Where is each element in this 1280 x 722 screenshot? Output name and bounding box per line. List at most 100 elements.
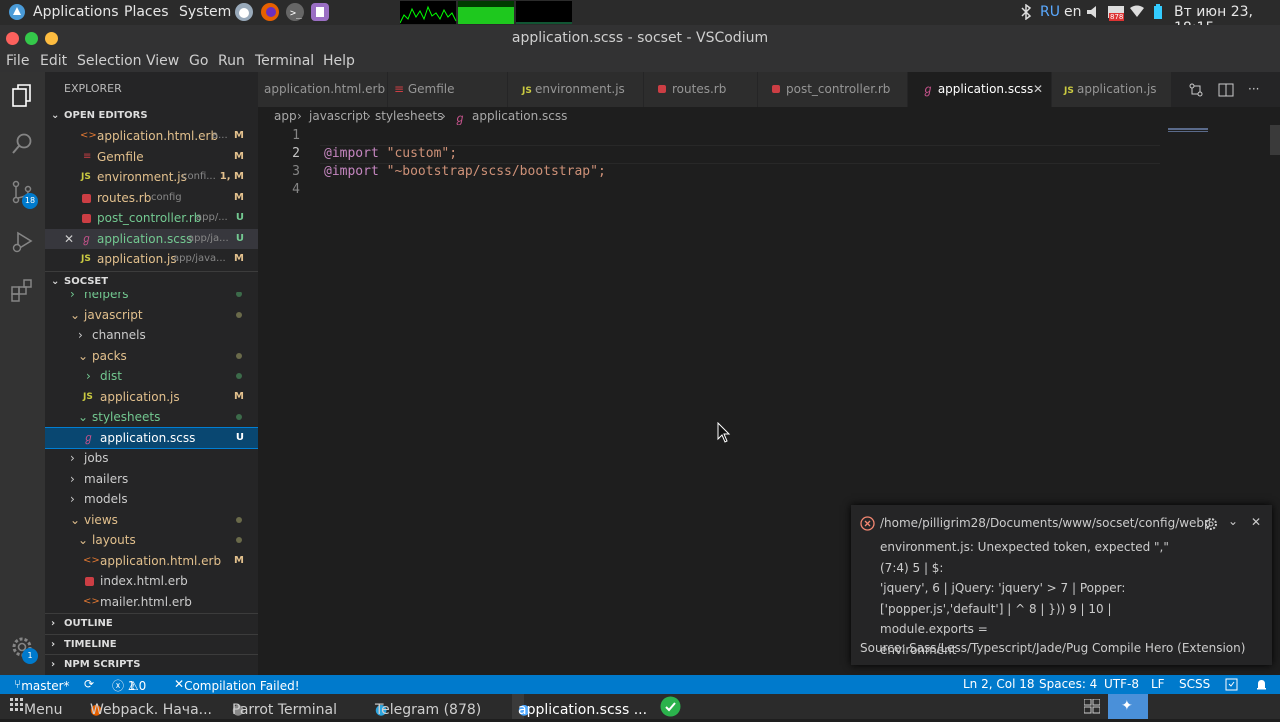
tab-application-html-erb[interactable]: application.html.erb <box>258 72 388 107</box>
firefox-icon[interactable] <box>260 2 280 22</box>
launcher-cloud-icon[interactable] <box>234 2 254 22</box>
tree-folder[interactable]: › dist <box>45 366 258 386</box>
explorer-icon[interactable] <box>10 83 35 108</box>
language-mode[interactable]: SCSS <box>1179 677 1210 691</box>
feedback-icon[interactable] <box>1225 678 1238 691</box>
svg-text:>_: >_ <box>290 8 303 19</box>
taskbar-menu[interactable]: Menu <box>10 698 62 718</box>
notification-settings-gear-icon[interactable] <box>1204 517 1218 531</box>
open-editor-item[interactable]: ≡ Gemfile M <box>45 147 258 167</box>
encoding[interactable]: UTF-8 <box>1104 677 1139 691</box>
project-header[interactable]: ⌄ SOCSET <box>45 271 258 292</box>
breadcrumb-javascript[interactable]: javascript <box>309 109 368 123</box>
tree-folder[interactable]: › models <box>45 489 258 509</box>
sync-icon[interactable]: ⟳ <box>84 677 94 691</box>
problems-indicator[interactable]: ⓧ 1 ⚠ 0 <box>112 677 146 694</box>
tab-environment-js[interactable]: JS environment.js <box>508 72 644 107</box>
applications-menu[interactable]: Applications <box>33 4 119 20</box>
explorer-title: EXPLORER <box>64 82 122 95</box>
indentation[interactable]: Spaces: 4 <box>1039 677 1097 691</box>
tree-file-selected[interactable]: ℊ application.scss U <box>45 427 258 449</box>
close-editor-icon[interactable]: ✕ <box>64 229 74 249</box>
check-status-icon[interactable] <box>660 696 681 717</box>
tree-folder[interactable]: ⌄ views <box>45 510 258 530</box>
close-tab-icon[interactable]: ✕ <box>1033 72 1043 107</box>
tree-folder[interactable]: › channels <box>45 325 258 345</box>
tree-file[interactable]: <> mailer.html.erb <box>45 592 258 612</box>
breadcrumb-application-scss[interactable]: application.scss <box>472 109 567 123</box>
tree-file[interactable]: <> application.html.erb M <box>45 551 258 571</box>
layout-indicator[interactable]: RU <box>1040 4 1060 20</box>
extensions-icon[interactable] <box>10 278 35 303</box>
workspace-icon: ✦ <box>1121 698 1133 714</box>
wifi-icon[interactable] <box>1130 5 1144 17</box>
open-editor-item-active[interactable]: ✕ ℊ application.scss app/ja... U <box>45 229 258 249</box>
keyboard-indicator[interactable]: en <box>1064 4 1082 20</box>
open-editor-item[interactable]: <> application.html.erb a... M <box>45 126 258 146</box>
ruby-file-icon <box>82 194 91 203</box>
apps-grid-icon <box>10 698 23 711</box>
tab-application-js[interactable]: JS application.js <box>1052 72 1172 107</box>
menu-help[interactable]: Help <box>323 53 355 69</box>
system-menu[interactable]: System <box>179 4 231 20</box>
open-editor-item[interactable]: routes.rb config M <box>45 188 258 208</box>
open-editor-item[interactable]: post_controller.rb app/... U <box>45 208 258 228</box>
outline-header[interactable]: › OUTLINE <box>45 613 258 634</box>
collapse-notification-chevron-icon[interactable]: ⌄ <box>1228 514 1238 528</box>
editor-scrollbar[interactable] <box>1270 125 1280 155</box>
timeline-header[interactable]: › TIMELINE <box>45 634 258 655</box>
tree-file[interactable]: JS application.js M <box>45 387 258 407</box>
end-of-line[interactable]: LF <box>1151 677 1165 691</box>
tree-folder[interactable]: ⌄ layouts <box>45 530 258 550</box>
close-notification-icon[interactable]: ✕ <box>1251 515 1261 529</box>
menu-terminal[interactable]: Terminal <box>255 53 314 69</box>
tree-folder[interactable]: › mailers <box>45 469 258 489</box>
minimap[interactable] <box>1168 125 1268 185</box>
git-branch[interactable]: ⑂ master* <box>14 677 70 693</box>
places-menu[interactable]: Places <box>124 4 169 20</box>
menu-edit[interactable]: Edit <box>40 53 67 69</box>
split-editor-icon[interactable] <box>1218 82 1234 98</box>
terminal-launcher-icon[interactable]: >_ <box>285 2 305 22</box>
open-editors-header[interactable]: ⌄ OPEN EDITORS <box>45 106 258 126</box>
menu-run[interactable]: Run <box>218 53 245 69</box>
npm-scripts-header[interactable]: › NPM SCRIPTS <box>45 654 258 675</box>
mail-count-badge: 878 <box>1109 13 1125 21</box>
tree-folder[interactable]: › jobs <box>45 448 258 468</box>
cursor-position[interactable]: Ln 2, Col 18 <box>963 677 1035 691</box>
breadcrumb-app[interactable]: app <box>274 109 297 123</box>
active-workspace[interactable]: ✦ <box>1108 694 1148 719</box>
menu-selection[interactable]: Selection <box>77 53 142 69</box>
line-number: 3 <box>292 164 300 179</box>
tree-folder[interactable]: ⌄ javascript <box>45 305 258 325</box>
tab-routes-rb[interactable]: routes.rb <box>644 72 758 107</box>
sass-file-icon: ℊ <box>454 111 467 125</box>
parrot-logo-icon[interactable] <box>8 3 26 21</box>
text-editor-icon[interactable] <box>310 2 330 22</box>
open-editor-item[interactable]: JS application.js app/java... M <box>45 249 258 269</box>
tree-folder[interactable]: ⌄ packs <box>45 346 258 366</box>
open-changes-icon[interactable] <box>1188 82 1204 98</box>
tab-application-scss[interactable]: ℊ application.scss ✕ <box>908 72 1052 107</box>
tab-post-controller-rb[interactable]: post_controller.rb <box>758 72 908 107</box>
mail-icon[interactable]: 878 <box>1108 2 1126 22</box>
more-actions-icon[interactable]: ··· <box>1248 72 1259 107</box>
workspace-switcher-icon[interactable] <box>1084 699 1100 714</box>
menu-file[interactable]: File <box>6 53 29 69</box>
menu-go[interactable]: Go <box>189 53 208 69</box>
tab-gemfile[interactable]: ≡ Gemfile <box>388 72 508 107</box>
tree-folder[interactable]: ⌄ stylesheets <box>45 407 258 427</box>
volume-icon[interactable] <box>1086 5 1102 19</box>
bluetooth-icon[interactable] <box>1020 4 1032 20</box>
taskbar-item-vscodium[interactable]: ● application.scss ... <box>512 694 647 719</box>
menu-view[interactable]: View <box>146 53 179 69</box>
run-debug-icon[interactable] <box>10 229 35 254</box>
battery-icon[interactable] <box>1153 4 1163 20</box>
breadcrumb-stylesheets[interactable]: stylesheets <box>375 109 443 123</box>
notifications-bell-icon[interactable] <box>1255 678 1268 691</box>
open-editor-item[interactable]: JS environment.js confi... 1, M <box>45 167 258 187</box>
tree-folder[interactable]: › helpers <box>45 292 258 304</box>
tree-file[interactable]: index.html.erb <box>45 571 258 591</box>
compile-status[interactable]: ✕ Compilation Failed! <box>174 677 300 693</box>
search-icon[interactable] <box>10 132 35 157</box>
